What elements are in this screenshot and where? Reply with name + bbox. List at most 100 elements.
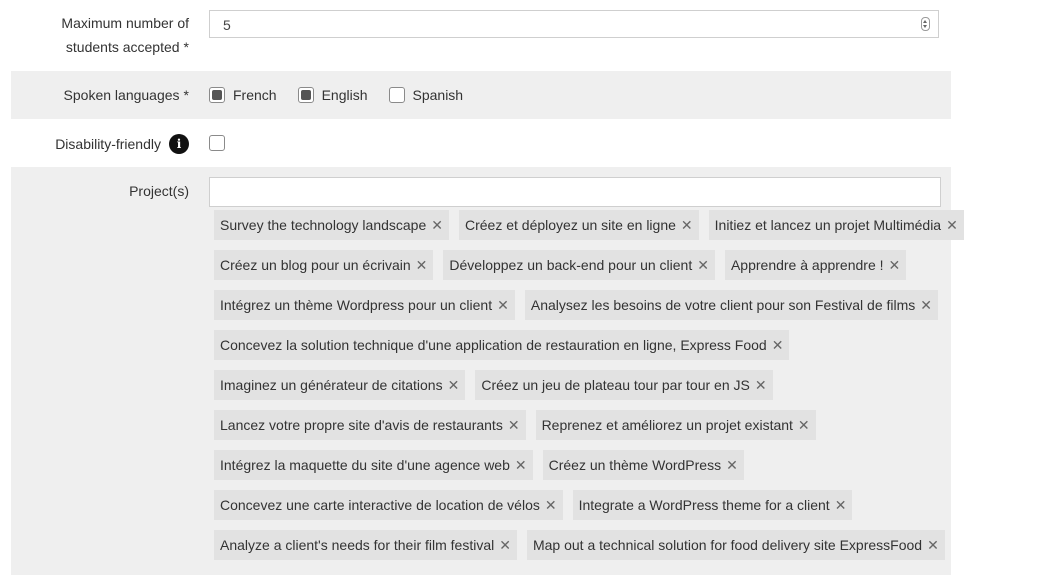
project-tag-label: Imaginez un générateur de citations <box>220 377 443 393</box>
remove-tag-icon[interactable]: ✕ <box>798 417 810 434</box>
project-tag: Map out a technical solution for food de… <box>526 530 945 560</box>
remove-tag-icon[interactable]: ✕ <box>416 257 428 274</box>
project-tag-label: Concevez la solution technique d'une app… <box>220 337 767 353</box>
disability-row: Disability-friendly i <box>11 119 951 167</box>
project-tag-label: Reprenez et améliorez un projet existant <box>541 417 793 433</box>
language-option-french[interactable]: French <box>209 87 277 103</box>
language-label-spanish: Spanish <box>412 87 464 103</box>
project-tag: Créez un blog pour un écrivain ✕ <box>214 250 434 280</box>
project-tag-label: Créez un blog pour un écrivain <box>220 257 411 273</box>
spoken-languages-label-text: Spoken languages <box>63 87 180 103</box>
project-tag: Analysez les besoins de votre client pou… <box>524 290 938 320</box>
project-tag-label: Lancez votre propre site d'avis de resta… <box>220 417 503 433</box>
tag-line: Lancez votre propre site d'avis de resta… <box>214 410 954 440</box>
tag-line: Analyze a client's needs for their film … <box>214 530 954 560</box>
remove-tag-icon[interactable]: ✕ <box>681 217 693 234</box>
info-icon[interactable]: i <box>169 134 189 155</box>
projects-row: Project(s) Survey the technology landsca… <box>11 167 964 575</box>
remove-tag-icon[interactable]: ✕ <box>835 497 847 514</box>
max-students-label-line1: Maximum number of <box>61 15 189 31</box>
project-tag-label: Développez un back-end pour un client <box>449 257 693 273</box>
remove-tag-icon[interactable]: ✕ <box>946 217 958 234</box>
required-mark: * <box>183 87 189 103</box>
max-students-label: Maximum number of students accepted * <box>61 11 189 59</box>
spoken-languages-label: Spoken languages * <box>64 83 189 107</box>
max-students-label-line2: students accepted * <box>61 35 189 59</box>
checkbox-disability-friendly[interactable] <box>209 135 225 151</box>
tag-line: Créez un blog pour un écrivain ✕ Développe… <box>214 250 954 280</box>
remove-tag-icon[interactable]: ✕ <box>726 457 738 474</box>
project-tag: Lancez votre propre site d'avis de resta… <box>214 410 526 440</box>
max-students-label-text: students accepted <box>65 39 180 55</box>
project-tag: Concevez la solution technique d'une app… <box>214 330 790 360</box>
remove-tag-icon[interactable]: ✕ <box>545 497 557 514</box>
project-tag: Créez un thème WordPress ✕ <box>542 450 744 480</box>
language-options: French English Spanish <box>209 87 484 103</box>
disability-label: Disability-friendly i <box>55 132 189 156</box>
projects-label: Project(s) <box>129 183 189 199</box>
remove-tag-icon[interactable]: ✕ <box>431 217 443 234</box>
remove-tag-icon[interactable]: ✕ <box>499 537 511 554</box>
checkbox-english[interactable] <box>297 87 314 103</box>
tag-line: Intégrez un thème Wordpress pour un clie… <box>214 290 954 320</box>
language-option-spanish[interactable]: Spanish <box>388 87 464 103</box>
language-option-english[interactable]: English <box>297 87 368 103</box>
disability-label-text: Disability-friendly <box>55 136 161 152</box>
language-label-french: French <box>233 87 277 103</box>
project-tag: Intégrez la maquette du site d'une agenc… <box>214 450 533 480</box>
project-tag-label: Créez et déployez un site en ligne <box>464 217 676 233</box>
remove-tag-icon[interactable]: ✕ <box>920 297 932 314</box>
project-tag-label: Créez un thème WordPress <box>548 457 722 473</box>
project-tag: Développez un back-end pour un client ✕ <box>443 250 715 280</box>
project-tag: Apprendre à apprendre ! ✕ <box>724 250 907 280</box>
checkbox-french[interactable] <box>209 87 225 103</box>
project-tag: Initiez et lancez un projet Multimédia ✕ <box>708 210 964 240</box>
project-tag: Imaginez un générateur de citations ✕ <box>214 370 466 400</box>
project-tag: Survey the technology landscape ✕ <box>214 210 449 240</box>
project-tag-label: Intégrez la maquette du site d'une agenc… <box>220 457 510 473</box>
mentoring-form: Maximum number of students accepted * 5 S… <box>0 0 1041 575</box>
max-students-input[interactable]: 5 <box>209 10 939 38</box>
project-tag: Reprenez et améliorez un projet existant… <box>535 410 816 440</box>
remove-tag-icon[interactable]: ✕ <box>697 257 709 274</box>
max-students-value: 5 <box>223 17 231 33</box>
project-tag-label: Map out a technical solution for food de… <box>532 537 923 553</box>
project-tag-label: Survey the technology landscape <box>220 217 427 233</box>
project-tag-label: Apprendre à apprendre ! <box>730 257 884 273</box>
tag-line: Concevez une carte interactive de locati… <box>214 490 954 520</box>
project-tag: Intégrez un thème Wordpress pour un clie… <box>214 290 515 320</box>
number-spinner-icon[interactable] <box>921 17 930 31</box>
required-mark: * <box>183 39 189 55</box>
tag-line: Survey the technology landscape ✕ Créez et… <box>214 210 964 240</box>
tag-line: Concevez la solution technique d'une app… <box>214 330 954 360</box>
project-tag: Créez un jeu de plateau tour par tour en… <box>475 370 773 400</box>
projects-search-input[interactable] <box>209 177 941 207</box>
disability-option <box>209 135 225 151</box>
project-tag-label: Créez un jeu de plateau tour par tour en… <box>481 377 750 393</box>
project-tag-label: Initiez et lancez un projet Multimédia <box>714 217 942 233</box>
remove-tag-icon[interactable]: ✕ <box>927 537 939 554</box>
remove-tag-icon[interactable]: ✕ <box>772 337 784 354</box>
project-tag-label: Analysez les besoins de votre client pou… <box>530 297 916 313</box>
remove-tag-icon[interactable]: ✕ <box>508 417 520 434</box>
project-tag-label: Integrate a WordPress theme for a client <box>578 497 830 513</box>
tag-line: Imaginez un générateur de citations ✕ Crée… <box>214 370 954 400</box>
remove-tag-icon[interactable]: ✕ <box>515 457 527 474</box>
project-tag: Integrate a WordPress theme for a client… <box>572 490 853 520</box>
remove-tag-icon[interactable]: ✕ <box>889 257 901 274</box>
project-tag-label: Intégrez un thème Wordpress pour un clie… <box>220 297 493 313</box>
language-label-english: English <box>321 87 368 103</box>
tag-line: Intégrez la maquette du site d'une agenc… <box>214 450 954 480</box>
project-tag: Créez et déployez un site en ligne ✕ <box>458 210 699 240</box>
checkbox-spanish[interactable] <box>388 87 405 103</box>
remove-tag-icon[interactable]: ✕ <box>448 377 460 394</box>
project-tag: Analyze a client's needs for their film … <box>214 530 517 560</box>
project-tags: Survey the technology landscape ✕ Créez et… <box>214 210 964 570</box>
remove-tag-icon[interactable]: ✕ <box>497 297 509 314</box>
project-tag-label: Concevez une carte interactive de locati… <box>220 497 540 513</box>
spoken-languages-row: Spoken languages * French English Spanish <box>11 71 951 119</box>
project-tag-label: Analyze a client's needs for their film … <box>220 537 495 553</box>
max-students-row: Maximum number of students accepted * 5 <box>11 0 951 70</box>
remove-tag-icon[interactable]: ✕ <box>755 377 767 394</box>
project-tag: Concevez une carte interactive de locati… <box>214 490 563 520</box>
